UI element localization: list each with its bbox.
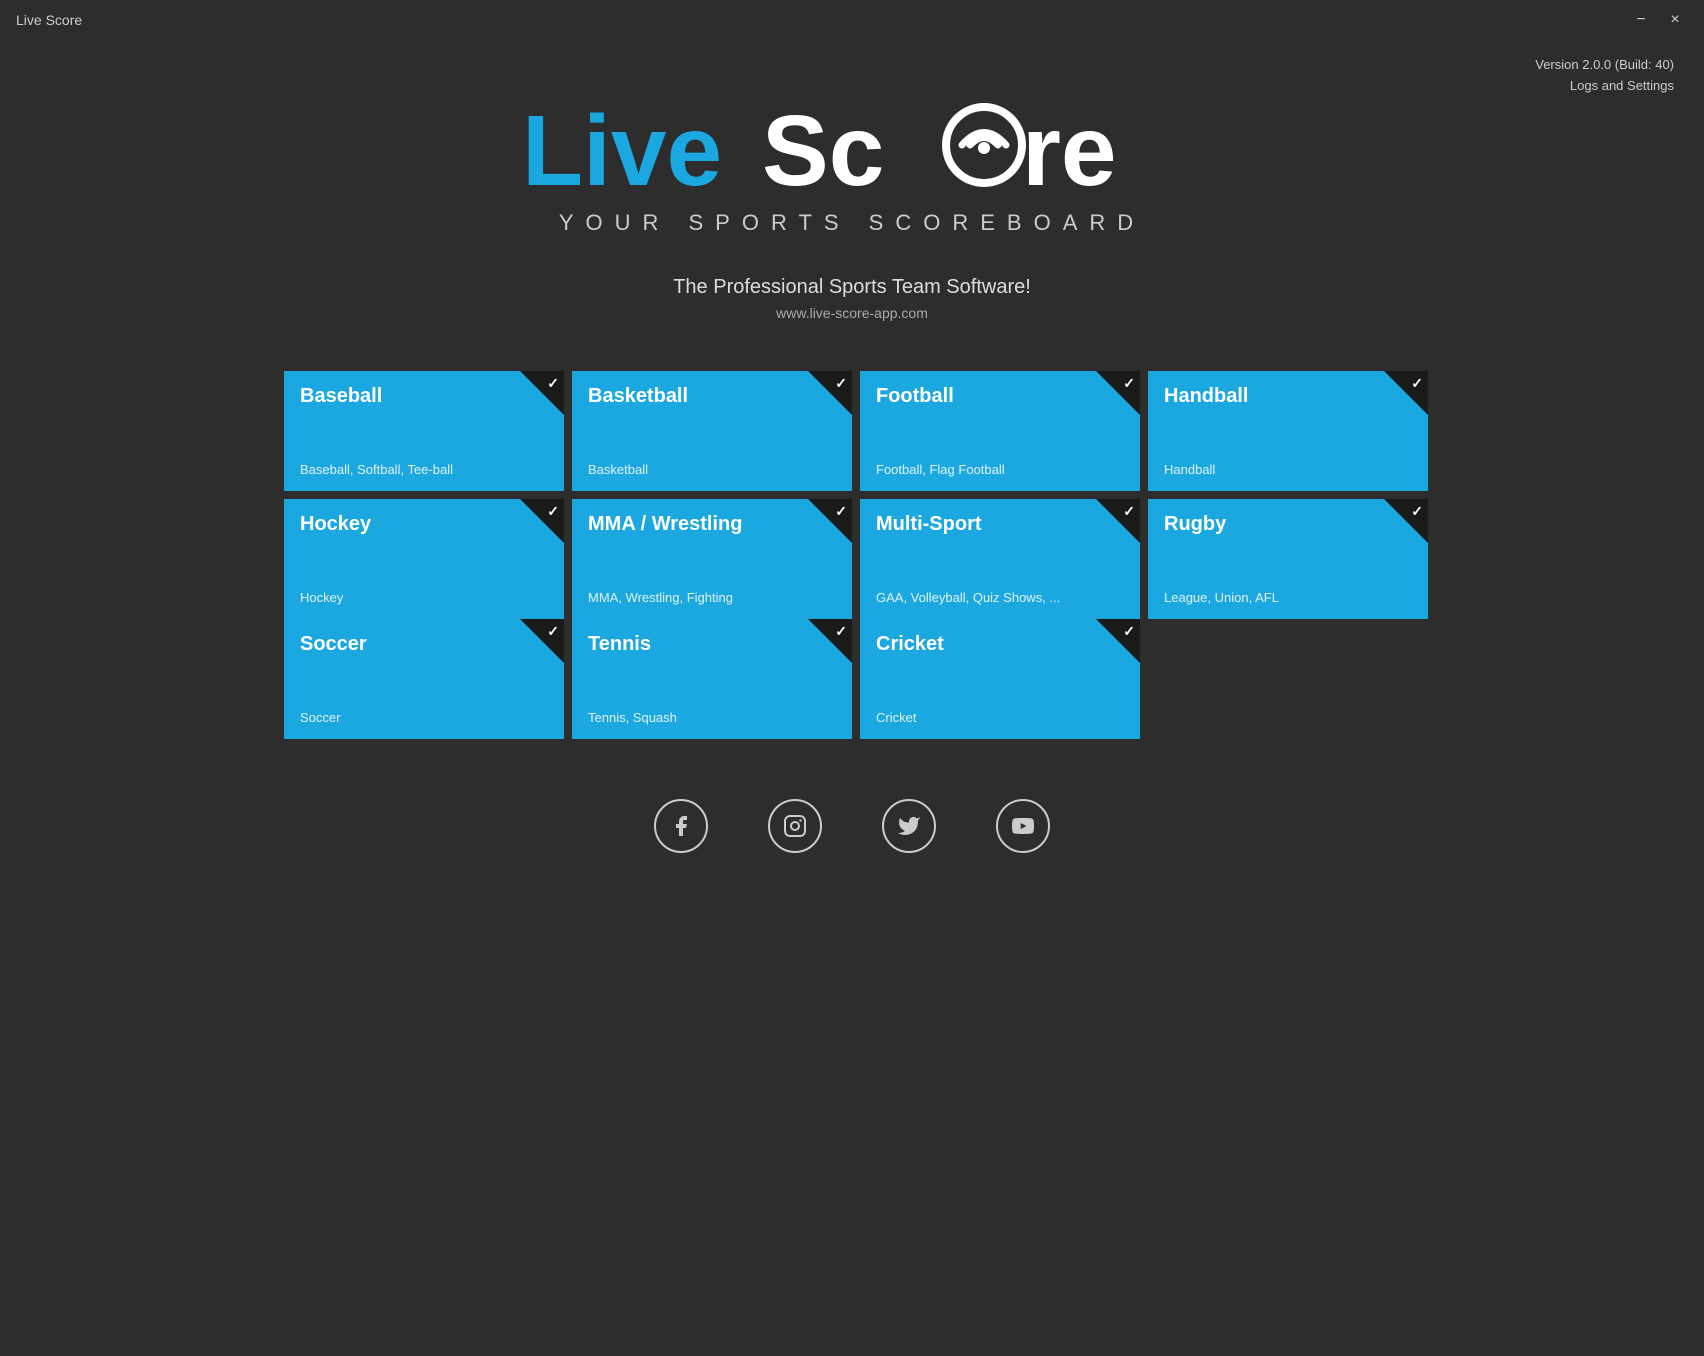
sport-card-title: Football xyxy=(876,385,1124,408)
checkmark-icon: ✓ xyxy=(1123,623,1135,640)
sport-card-title: Tennis xyxy=(588,633,836,656)
checkmark-icon: ✓ xyxy=(1123,503,1135,520)
logo-subtitle: YOUR SPORTS SCOREBOARD xyxy=(559,210,1145,236)
title-bar: Live Score − × xyxy=(0,0,1704,40)
sport-card-subtitle: League, Union, AFL xyxy=(1164,590,1412,605)
checkmark-icon: ✓ xyxy=(1411,503,1423,520)
sport-card-title: Rugby xyxy=(1164,513,1412,536)
sport-card-cricket[interactable]: ✓CricketCricket xyxy=(860,619,1140,739)
twitter-icon[interactable] xyxy=(882,799,936,853)
sport-card-baseball[interactable]: ✓Baseball Baseball, Softball, Tee-ball xyxy=(284,371,564,491)
minimize-button[interactable]: − xyxy=(1628,7,1654,33)
checkmark-icon: ✓ xyxy=(835,375,847,392)
website: www.live-score-app.com xyxy=(776,305,928,321)
checkmark-icon: ✓ xyxy=(835,623,847,640)
svg-text:re: re xyxy=(1022,95,1117,200)
instagram-icon[interactable] xyxy=(768,799,822,853)
logo-area: Live Sc re YOUR SPORTS SCOREBOARD The Pr… xyxy=(0,70,1704,321)
checkmark-icon: ✓ xyxy=(547,375,559,392)
sport-card-subtitle: Tennis, Squash xyxy=(588,710,836,725)
facebook-icon[interactable] xyxy=(654,799,708,853)
checkmark-icon: ✓ xyxy=(1411,375,1423,392)
checkmark-corner: ✓ xyxy=(1384,499,1428,543)
checkmark-corner: ✓ xyxy=(1096,371,1140,415)
sport-card-subtitle: Basketball xyxy=(588,462,836,477)
sport-card-subtitle: Handball xyxy=(1164,462,1412,477)
svg-text:Live: Live xyxy=(522,95,722,200)
sport-card-subtitle: GAA, Volleyball, Quiz Shows, ... xyxy=(876,590,1124,605)
sport-card-handball[interactable]: ✓HandballHandball xyxy=(1148,371,1428,491)
checkmark-corner: ✓ xyxy=(1096,499,1140,543)
version-text: Version 2.0.0 (Build: 40) xyxy=(1535,55,1674,76)
checkmark-icon: ✓ xyxy=(547,623,559,640)
checkmark-icon: ✓ xyxy=(835,503,847,520)
checkmark-corner: ✓ xyxy=(520,619,564,663)
sport-card-title: Baseball xyxy=(300,385,548,408)
logo: Live Sc re xyxy=(522,90,1182,200)
checkmark-corner: ✓ xyxy=(520,499,564,543)
app-title: Live Score xyxy=(16,12,82,28)
sports-grid-last-row: ✓SoccerSoccer✓TennisTennis, Squash✓Crick… xyxy=(284,619,1420,739)
sport-card-title: MMA / Wrestling xyxy=(588,513,836,536)
sport-card-title: Basketball xyxy=(588,385,836,408)
sport-card-hockey[interactable]: ✓HockeyHockey xyxy=(284,499,564,619)
sport-card-subtitle: Baseball, Softball, Tee-ball xyxy=(300,462,548,477)
sport-card-mma---wrestling[interactable]: ✓MMA / Wrestling MMA, Wrestling, Fighting xyxy=(572,499,852,619)
sport-card-multi-sport[interactable]: ✓Multi-Sport GAA, Volleyball, Quiz Shows,… xyxy=(860,499,1140,619)
sport-card-subtitle: Football, Flag Football xyxy=(876,462,1124,477)
checkmark-corner: ✓ xyxy=(1384,371,1428,415)
sport-card-title: Soccer xyxy=(300,633,548,656)
sports-grid: ✓BaseballBaseball, Softball, Tee-ball✓Ba… xyxy=(284,371,1420,619)
tagline: The Professional Sports Team Software! xyxy=(673,276,1031,299)
close-button[interactable]: × xyxy=(1662,7,1688,33)
window-controls: − × xyxy=(1628,7,1688,33)
sport-card-subtitle: Cricket xyxy=(876,710,1124,725)
youtube-icon[interactable] xyxy=(996,799,1050,853)
sport-card-subtitle: MMA, Wrestling, Fighting xyxy=(588,590,836,605)
sport-card-rugby[interactable]: ✓Rugby League, Union, AFL xyxy=(1148,499,1428,619)
checkmark-corner: ✓ xyxy=(1096,619,1140,663)
logo-svg: Live Sc re xyxy=(522,90,1182,200)
checkmark-icon: ✓ xyxy=(547,503,559,520)
social-bar xyxy=(0,799,1704,853)
sport-card-title: Handball xyxy=(1164,385,1412,408)
sport-card-football[interactable]: ✓Football Football, Flag Football xyxy=(860,371,1140,491)
sport-card-basketball[interactable]: ✓BasketballBasketball xyxy=(572,371,852,491)
checkmark-icon: ✓ xyxy=(1123,375,1135,392)
checkmark-corner: ✓ xyxy=(808,371,852,415)
checkmark-corner: ✓ xyxy=(808,619,852,663)
checkmark-corner: ✓ xyxy=(808,499,852,543)
sport-card-title: Multi-Sport xyxy=(876,513,1124,536)
sport-card-title: Hockey xyxy=(300,513,548,536)
sport-card-soccer[interactable]: ✓SoccerSoccer xyxy=(284,619,564,739)
version-info: Version 2.0.0 (Build: 40) Logs and Setti… xyxy=(1535,55,1674,97)
sport-card-subtitle: Soccer xyxy=(300,710,548,725)
checkmark-corner: ✓ xyxy=(520,371,564,415)
sport-card-tennis[interactable]: ✓Tennis Tennis, Squash xyxy=(572,619,852,739)
svg-text:Sc: Sc xyxy=(762,95,884,200)
sport-card-subtitle: Hockey xyxy=(300,590,548,605)
logs-settings-link[interactable]: Logs and Settings xyxy=(1535,76,1674,97)
sport-card-title: Cricket xyxy=(876,633,1124,656)
